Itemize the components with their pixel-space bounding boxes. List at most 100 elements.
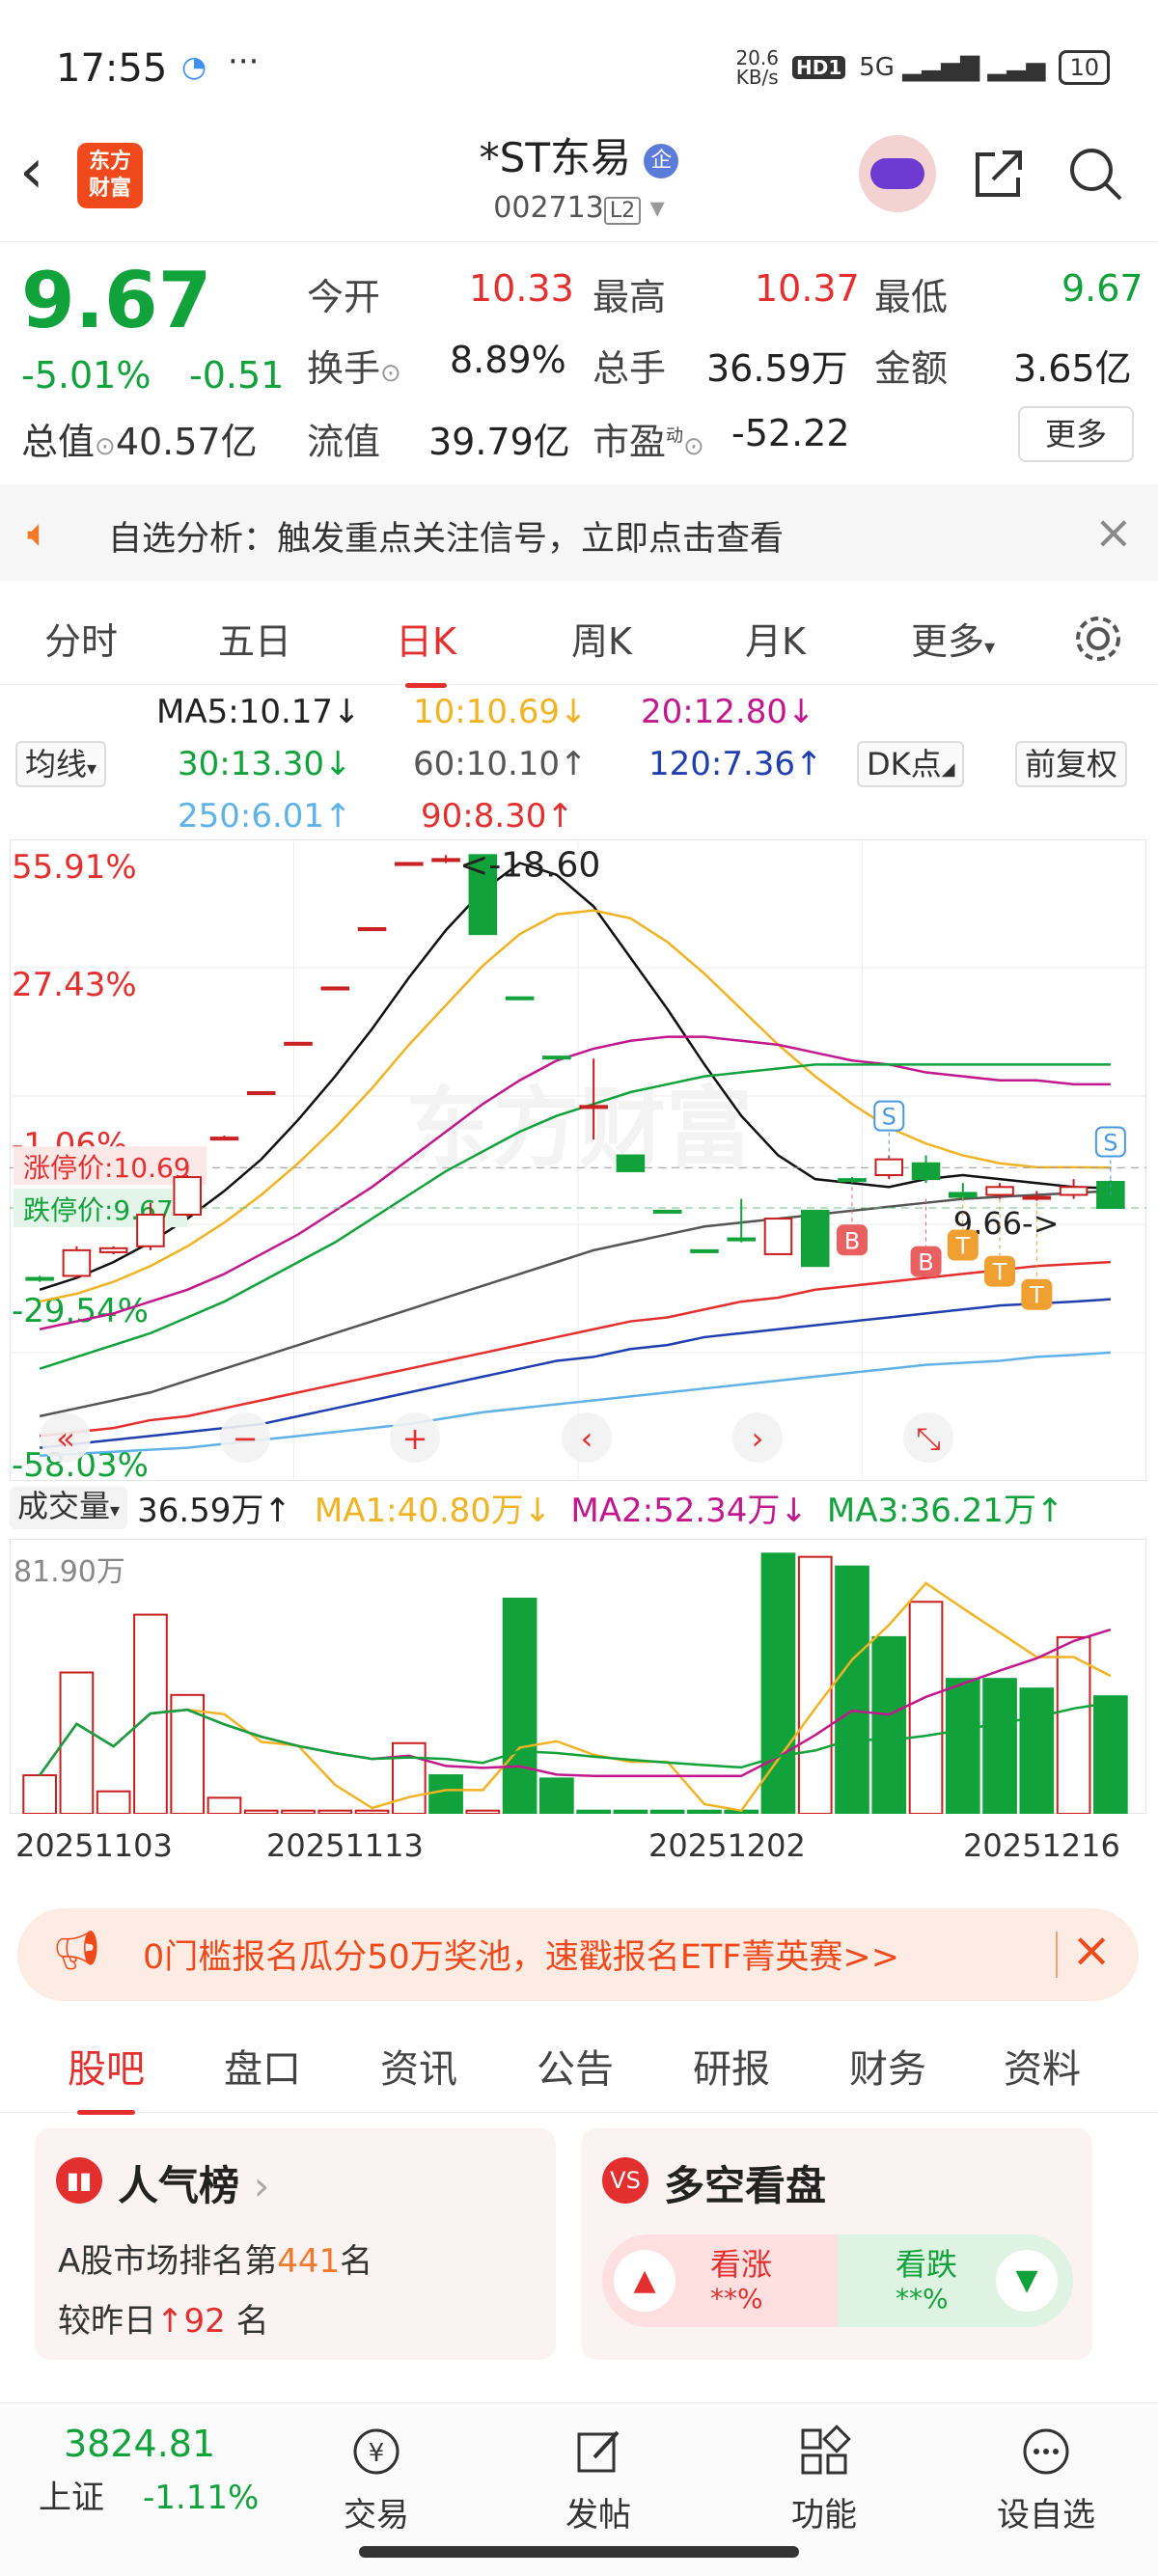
- promo-banner[interactable]: 📢︎ 0门槛报名瓜分50万奖池，速戳报名ETF菁英赛>> ×: [17, 1908, 1139, 2001]
- volume-bar: [613, 1809, 648, 1814]
- index-value: 3824.81: [64, 2423, 216, 2465]
- tab-weekly-k[interactable]: 周K: [571, 612, 632, 665]
- index-quote[interactable]: 3824.81 上证 -1.11%: [39, 2423, 270, 2518]
- vote-title: 多空看盘: [664, 2162, 827, 2209]
- functions-button[interactable]: 功能: [747, 2423, 901, 2535]
- turnover-value: 8.89%: [450, 339, 566, 381]
- tab-research[interactable]: 研报: [693, 2038, 770, 2094]
- pe-value: -52.22: [731, 412, 850, 454]
- post-button[interactable]: 发帖: [521, 2423, 676, 2535]
- y-tick-label: -29.54%: [12, 1292, 149, 1330]
- close-icon[interactable]: ×: [1071, 1922, 1112, 1978]
- tab-profile[interactable]: 资料: [1004, 2038, 1081, 2094]
- adjust-mode-select[interactable]: 前复权: [1015, 741, 1128, 787]
- vol-ma1: MA1:40.80万↓: [314, 1492, 552, 1530]
- search-icon[interactable]: [1066, 145, 1124, 203]
- info-icon[interactable]: ⊙: [380, 359, 401, 388]
- battery-icon: 10: [1059, 50, 1110, 85]
- tab-daily-k[interactable]: 日K: [396, 612, 456, 688]
- y-tick-label: 55.91%: [12, 848, 137, 887]
- zoom-control-glyph: ‹: [581, 1420, 593, 1457]
- float-cap-value: 39.79亿: [428, 421, 570, 463]
- y-tick-label: 27.43%: [12, 966, 137, 1004]
- volume-chart[interactable]: 81.90万: [10, 1539, 1146, 1814]
- tab-financials[interactable]: 财务: [849, 2038, 926, 2094]
- volume-bar: [317, 1809, 353, 1814]
- close-icon[interactable]: ×: [1094, 506, 1133, 560]
- candle-body: [763, 1218, 793, 1255]
- triangle-up-icon: ▲: [614, 2250, 676, 2312]
- ma120-value: 120:7.36↑: [648, 745, 823, 783]
- ma-line-ma90: [40, 1260, 1111, 1438]
- banner-text[interactable]: 0门槛报名瓜分50万奖池，速戳报名ETF菁英赛>>: [143, 1930, 899, 1979]
- volume-bar: [22, 1774, 57, 1814]
- trade-button[interactable]: ¥ 交易: [299, 2423, 454, 2535]
- tab-intraday[interactable]: 分时: [44, 612, 118, 665]
- tab-news[interactable]: 资讯: [380, 2038, 457, 2094]
- open-label: 今开: [307, 276, 381, 318]
- chevron-right-icon: ›: [253, 2162, 270, 2209]
- candle-body: [874, 1158, 904, 1177]
- info-icon[interactable]: ⊙: [683, 432, 704, 461]
- info-icon[interactable]: ⊙: [95, 432, 116, 461]
- tab-more[interactable]: 更多▾: [911, 612, 995, 665]
- chevron-down-icon: ▾: [649, 191, 665, 225]
- amount-label: 金额: [874, 347, 949, 390]
- candle-body: [727, 1237, 756, 1242]
- rank-change-line: 较昨日↑92 名: [58, 2302, 269, 2341]
- volume-bar: [281, 1809, 316, 1814]
- pe-label: 市盈动⊙: [593, 421, 704, 463]
- alert-text[interactable]: 自选分析：触发重点关注信号，立即点击查看: [108, 511, 784, 561]
- ai-assistant-icon[interactable]: [859, 135, 936, 212]
- amount-value: 3.65亿: [1013, 347, 1132, 390]
- candle-body: [690, 1248, 719, 1253]
- vol-ma2: MA2:52.34万↓: [570, 1492, 808, 1530]
- market-cap: 总值⊙40.57亿: [21, 421, 258, 463]
- level2-badge: L2: [603, 197, 642, 225]
- candle-body: [800, 1209, 830, 1268]
- candle-body: [431, 858, 460, 863]
- vote-down-button[interactable]: 看跌 **% ▼: [838, 2234, 1073, 2327]
- volume-bar: [797, 1555, 833, 1814]
- popularity-card[interactable]: ▮▮ 人气榜 › A股市场排名第441名 较昨日↑92 名: [35, 2128, 556, 2360]
- zoom-control-glyph: +: [402, 1420, 428, 1457]
- volume-bar: [170, 1693, 206, 1814]
- volume-bar: [502, 1597, 538, 1814]
- settings-gear-icon[interactable]: [1071, 612, 1125, 666]
- tab-monthly-k[interactable]: 月K: [745, 612, 806, 665]
- candle-body: [505, 996, 535, 1000]
- high-label: 最高: [593, 276, 667, 318]
- rank-line: A股市场排名第441名: [58, 2242, 373, 2281]
- quote-panel: 9.67 -5.01% -0.51 今开 10.33 最高 10.37 最低 9…: [0, 241, 1158, 482]
- vol-ma3: MA3:36.21万↑: [826, 1492, 1064, 1530]
- share-icon[interactable]: [970, 145, 1028, 203]
- tab-announcements[interactable]: 公告: [537, 2038, 614, 2094]
- candle-body: [98, 1247, 128, 1253]
- ma20-value: 20:12.80↓: [641, 693, 815, 731]
- volume-label: 总手: [593, 347, 667, 390]
- volume-bar: [59, 1671, 95, 1814]
- volume-max-label: 81.90万: [14, 1555, 125, 1589]
- volume-bar: [1093, 1695, 1128, 1814]
- kline-chart[interactable]: 东方财富55.91%27.43%-1.06%-29.54%-58.03%涨停价:…: [10, 839, 1146, 1481]
- more-button[interactable]: 更多: [1018, 406, 1134, 462]
- volume-bar: [687, 1809, 722, 1814]
- analysis-alert[interactable]: 🔈︎ 自选分析：触发重点关注信号，立即点击查看 ×: [0, 484, 1158, 581]
- tab-orderbook[interactable]: 盘口: [224, 2038, 301, 2094]
- candle-body: [136, 1213, 165, 1247]
- tab-five-day[interactable]: 五日: [218, 612, 291, 665]
- candle-body: [320, 986, 350, 991]
- edit-icon: [577, 2430, 620, 2473]
- add-watchlist-button[interactable]: 设自选: [969, 2423, 1123, 2535]
- tab-forum[interactable]: 股吧: [68, 2038, 145, 2115]
- stock-header: ‹ 东方 财富 *ST东易 企 002713 L2 ▾: [0, 116, 1158, 241]
- chevron-down-icon: ▾: [984, 636, 996, 660]
- volume-bar: [465, 1809, 501, 1814]
- candle-body: [911, 1162, 941, 1181]
- indicator-select[interactable]: 均线▾: [15, 741, 107, 787]
- candle-body: [616, 1154, 646, 1172]
- zoom-control-glyph: −: [233, 1420, 259, 1457]
- dk-point-select[interactable]: DK点◢: [857, 741, 965, 787]
- vote-up-button[interactable]: ▲ 看涨 **%: [602, 2234, 838, 2327]
- volume-indicator-select[interactable]: 成交量▾: [10, 1486, 128, 1529]
